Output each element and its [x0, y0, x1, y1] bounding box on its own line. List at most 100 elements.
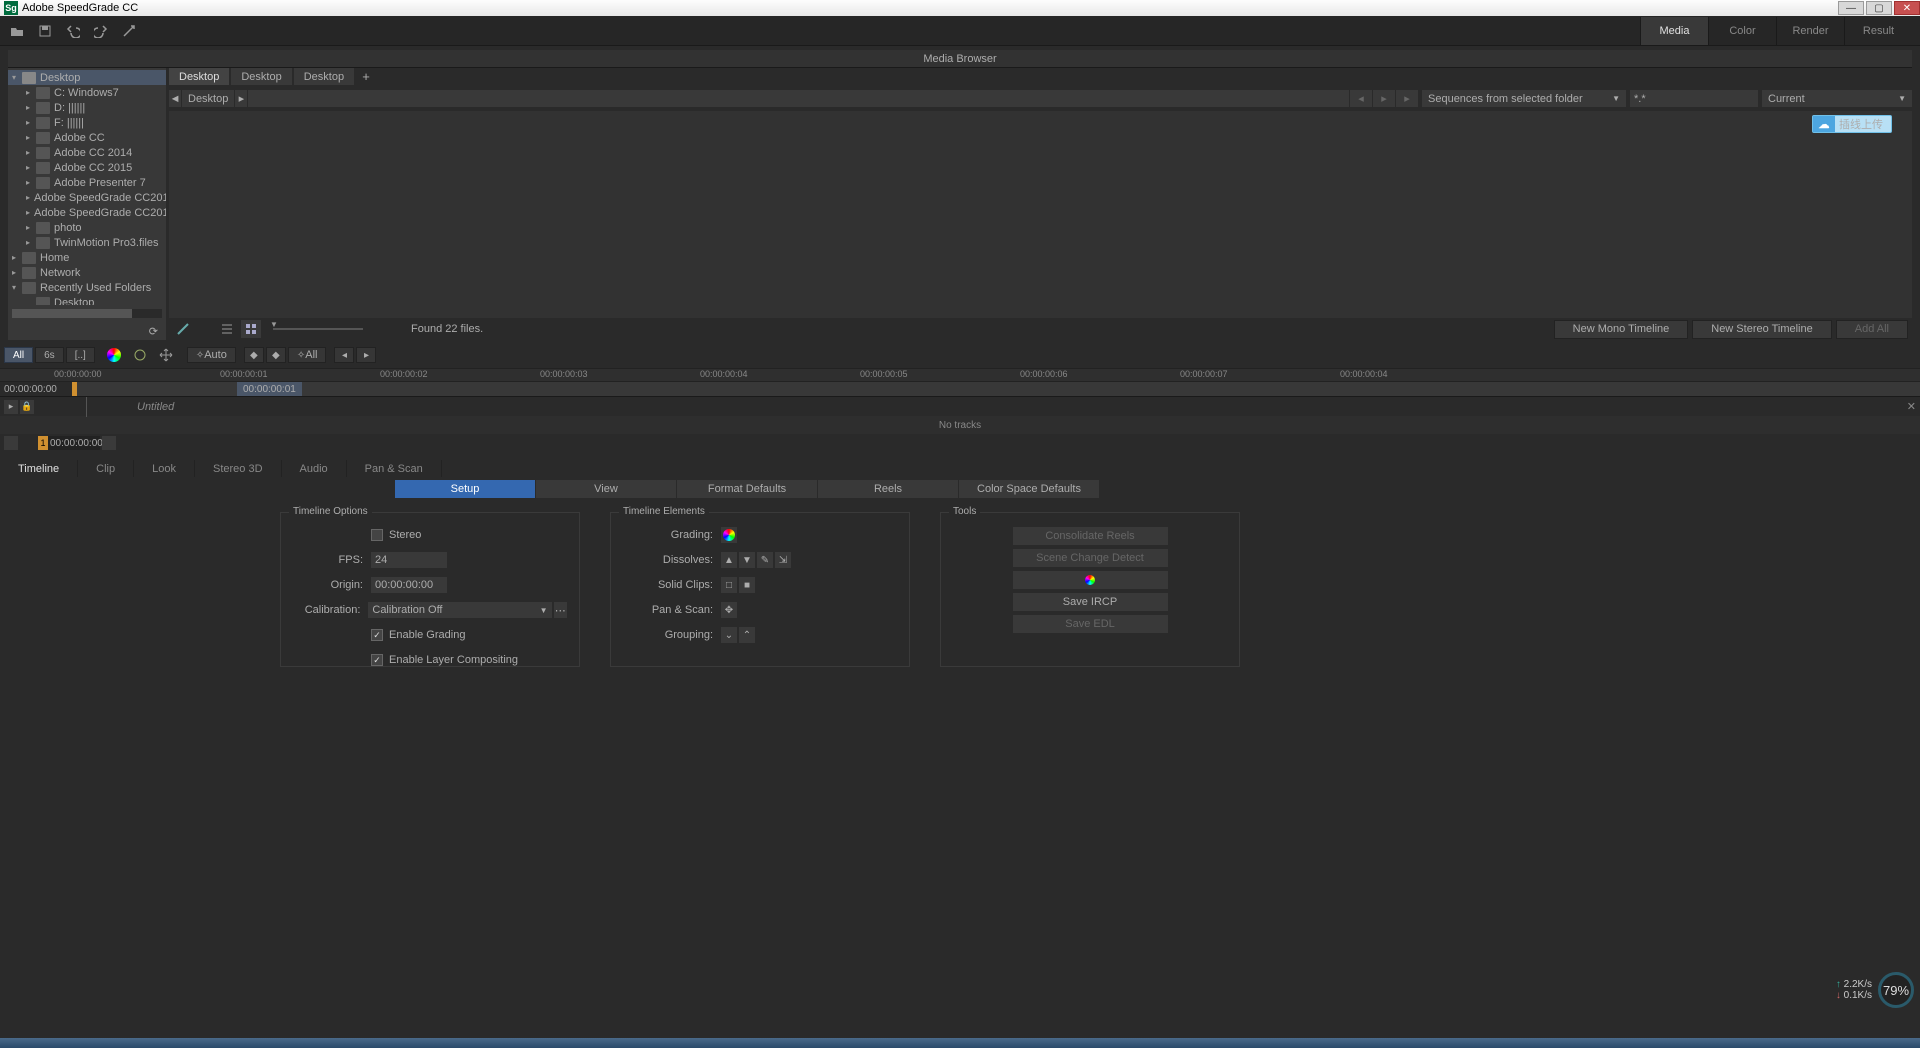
subtab-color-space-defaults[interactable]: Color Space Defaults: [959, 480, 1099, 498]
track-name[interactable]: Untitled: [137, 401, 174, 413]
bottom-tab-audio[interactable]: Audio: [282, 460, 347, 477]
group-collapse-icon[interactable]: ⌄: [721, 627, 737, 643]
tree-item-adobe-presenter-7[interactable]: ▸Adobe Presenter 7: [8, 175, 166, 190]
tree-item-c-windows7[interactable]: ▸C: Windows7: [8, 85, 166, 100]
sidebar-scrollbar[interactable]: [12, 309, 162, 318]
path-forward-icon[interactable]: ▸: [235, 90, 247, 107]
filter-6s-button[interactable]: 6s: [35, 347, 64, 363]
mark-in-button[interactable]: ◆: [244, 347, 264, 363]
new-stereo-timeline-button[interactable]: New Stereo Timeline: [1692, 320, 1832, 339]
subtab-view[interactable]: View: [536, 480, 676, 498]
tree-item-adobe-cc-2014[interactable]: ▸Adobe CC 2014: [8, 145, 166, 160]
add-all-button[interactable]: Add All: [1836, 320, 1908, 339]
color-wheel-icon[interactable]: [103, 347, 125, 363]
timeline-ruler[interactable]: 00:00:00:0000:00:00:0100:00:00:0200:00:0…: [0, 368, 1920, 382]
scene-change-button[interactable]: Scene Change Detect: [1013, 549, 1168, 567]
color-tool-button[interactable]: [1013, 571, 1168, 589]
bottom-tab-clip[interactable]: Clip: [78, 460, 134, 477]
playhead-bar[interactable]: 00:00:00:00 00:00:00:01: [0, 382, 1920, 396]
new-mono-timeline-button[interactable]: New Mono Timeline: [1554, 320, 1689, 339]
dissolve-link-icon[interactable]: ⇲: [775, 552, 791, 568]
subtab-setup[interactable]: Setup: [395, 480, 535, 498]
save-icon[interactable]: [36, 22, 54, 40]
tree-item-photo[interactable]: ▸photo: [8, 220, 166, 235]
dissolve-edit-icon[interactable]: ✎: [757, 552, 773, 568]
tree-recent-desktop[interactable]: Desktop: [8, 295, 166, 305]
refresh-icon[interactable]: ⟳: [149, 325, 158, 338]
playhead-box[interactable]: 00:00:00:01: [237, 382, 302, 396]
auto-button[interactable]: ✧ Auto: [187, 347, 236, 363]
save-edl-button[interactable]: Save EDL: [1013, 615, 1168, 633]
list-view-icon[interactable]: [217, 320, 237, 338]
panscan-move-icon[interactable]: ✥: [721, 602, 737, 618]
tc-mode-icon[interactable]: [4, 436, 18, 450]
save-ircp-button[interactable]: Save IRCP: [1013, 593, 1168, 611]
nav-prev-icon[interactable]: ◂: [1350, 90, 1372, 107]
nav-next-icon[interactable]: ▸: [1373, 90, 1395, 107]
enable-layer-comp-checkbox[interactable]: [371, 654, 383, 666]
track-close-icon[interactable]: ✕: [1907, 400, 1916, 413]
minimize-button[interactable]: —: [1838, 1, 1864, 15]
tree-item-f-[interactable]: ▸F: ||||||: [8, 115, 166, 130]
bottom-tab-look[interactable]: Look: [134, 460, 195, 477]
subtab-format-defaults[interactable]: Format Defaults: [677, 480, 817, 498]
tree-item-recently-used-folders[interactable]: ▾Recently Used Folders: [8, 280, 166, 295]
windows-taskbar[interactable]: [0, 1038, 1920, 1048]
tree-item-adobe-cc[interactable]: ▸Adobe CC: [8, 130, 166, 145]
main-tab-color[interactable]: Color: [1708, 17, 1776, 45]
grading-swatch-icon[interactable]: [721, 527, 737, 543]
main-tab-media[interactable]: Media: [1640, 17, 1708, 45]
undo-icon[interactable]: [64, 22, 82, 40]
calibration-menu-icon[interactable]: ⋯: [554, 602, 567, 618]
redo-icon[interactable]: [92, 22, 110, 40]
thumbnail-size-slider[interactable]: [273, 328, 363, 330]
tree-root-desktop[interactable]: ▾Desktop: [8, 70, 166, 85]
dissolve-up-icon[interactable]: ▲: [721, 552, 737, 568]
main-tab-render[interactable]: Render: [1776, 17, 1844, 45]
close-button[interactable]: ✕: [1894, 1, 1920, 15]
nav-up-icon[interactable]: ▸: [1396, 90, 1418, 107]
scope-icon[interactable]: [129, 347, 151, 363]
open-icon[interactable]: [8, 22, 26, 40]
enable-grading-checkbox[interactable]: [371, 629, 383, 641]
select-mode-icon[interactable]: [173, 320, 193, 338]
move-icon[interactable]: [155, 347, 177, 363]
subtab-reels[interactable]: Reels: [818, 480, 958, 498]
track-lock-icon[interactable]: 🔒: [20, 400, 34, 414]
filter-all-button[interactable]: All: [4, 347, 33, 363]
calibration-dropdown[interactable]: Calibration Off▼: [368, 602, 551, 618]
consolidate-reels-button[interactable]: Consolidate Reels: [1013, 527, 1168, 545]
tree-item-adobe-cc-2015[interactable]: ▸Adobe CC 2015: [8, 160, 166, 175]
path-tab-1[interactable]: Desktop: [231, 68, 291, 85]
all-marks-button[interactable]: ✧ All: [288, 347, 327, 363]
add-path-tab-button[interactable]: +: [356, 68, 376, 85]
tree-item-home[interactable]: ▸Home: [8, 250, 166, 265]
bottom-tab-pan-scan[interactable]: Pan & Scan: [347, 460, 442, 477]
breadcrumb[interactable]: Desktop: [182, 90, 234, 107]
path-tab-0[interactable]: Desktop: [169, 68, 229, 85]
origin-input[interactable]: 00:00:00:00: [371, 577, 447, 593]
dissolve-down-icon[interactable]: ▼: [739, 552, 755, 568]
tree-item-d-[interactable]: ▸D: ||||||: [8, 100, 166, 115]
tc-field[interactable]: 00:00:00:00: [48, 436, 100, 450]
mark-out-button[interactable]: ◆: [266, 347, 286, 363]
prev-clip-button[interactable]: ◂: [334, 347, 354, 363]
tree-item-adobe-speedgrade-cc2015-fi[interactable]: ▸Adobe SpeedGrade CC2015.fi: [8, 205, 166, 220]
upload-badge[interactable]: ☁插线上传: [1812, 115, 1892, 133]
tree-item-twinmotion-pro3-files[interactable]: ▸TwinMotion Pro3.files: [8, 235, 166, 250]
file-pattern-input[interactable]: *.*: [1630, 90, 1758, 107]
bottom-tab-stereo-d[interactable]: Stereo 3D: [195, 460, 282, 477]
playhead-marker[interactable]: [72, 382, 77, 396]
view-filter-dropdown[interactable]: Current▼: [1762, 90, 1912, 107]
solid-fill-icon[interactable]: ■: [739, 577, 755, 593]
filter-range-button[interactable]: [..]: [66, 347, 95, 363]
bottom-tab-timeline[interactable]: Timeline: [0, 460, 78, 477]
path-back-icon[interactable]: ◄: [169, 90, 181, 107]
solid-outline-icon[interactable]: □: [721, 577, 737, 593]
sequence-filter-dropdown[interactable]: Sequences from selected folder▼: [1422, 90, 1626, 107]
maximize-button[interactable]: ▢: [1866, 1, 1892, 15]
fps-input[interactable]: 24: [371, 552, 447, 568]
group-expand-icon[interactable]: ⌃: [739, 627, 755, 643]
main-tab-result[interactable]: Result: [1844, 17, 1912, 45]
tc-menu-icon[interactable]: [102, 436, 116, 450]
